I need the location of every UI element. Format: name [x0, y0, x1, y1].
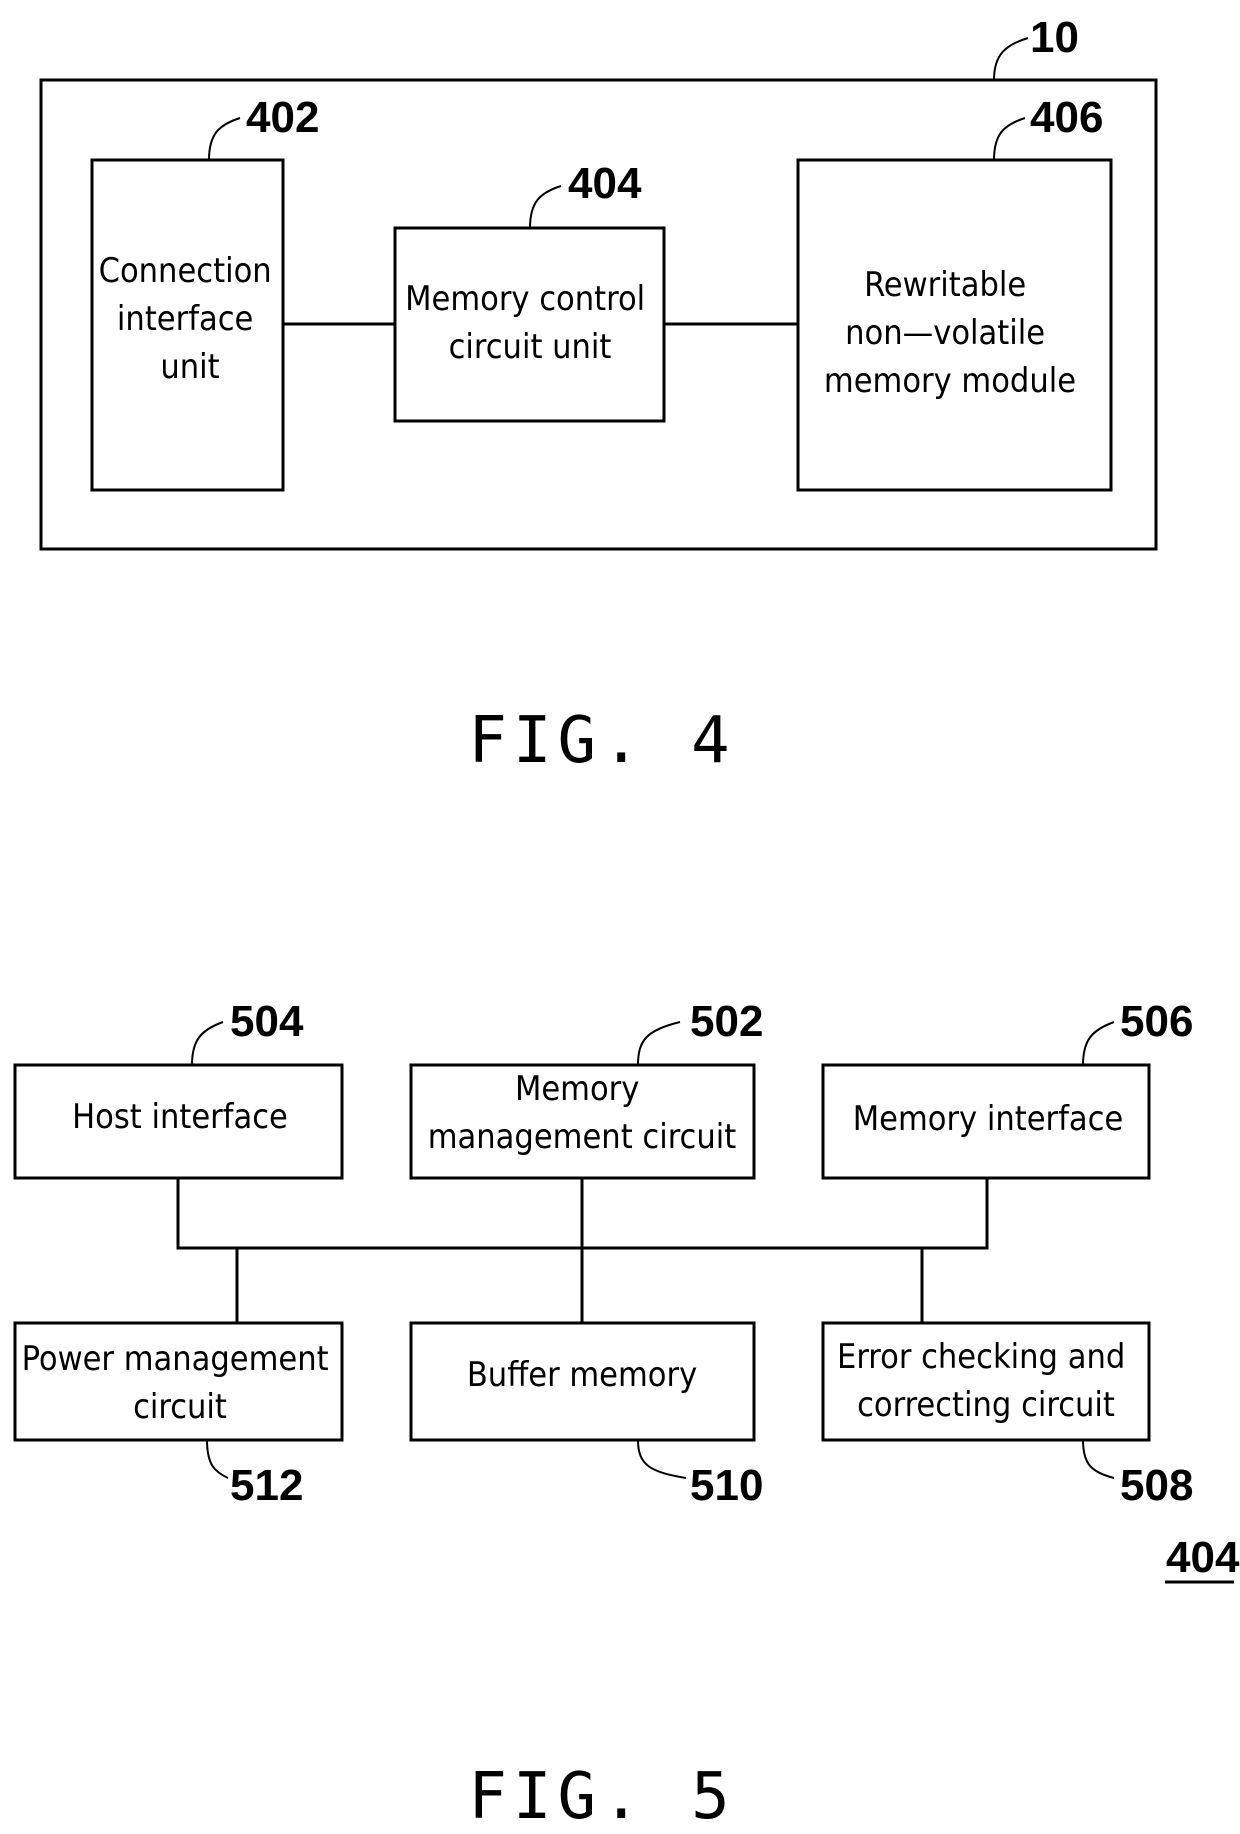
ref-label-512: 512: [230, 1461, 303, 1510]
patent-drawing-sheet: 10 402 Connection interface unit 404 Mem…: [13, 13, 1240, 1834]
fig5-caption: FIG. 5: [468, 1760, 735, 1834]
ref-label-510: 510: [690, 1461, 763, 1510]
ref-label-406: 406: [1030, 93, 1103, 142]
assembly-ref-label-404: 404: [1166, 1533, 1240, 1582]
leader-line-504: [191, 1021, 224, 1066]
ref-label-404: 404: [568, 159, 642, 208]
ref-label-402: 402: [246, 93, 319, 142]
ref-label-502: 502: [690, 997, 763, 1046]
leader-line-510: [637, 1439, 687, 1479]
memory-control-circuit-unit-block: [393, 226, 666, 423]
ref-label-504: 504: [230, 997, 304, 1046]
leader-line-502: [637, 1021, 681, 1066]
leader-line-10: [993, 37, 1029, 81]
host-interface-label: Host interface: [72, 1097, 288, 1137]
leader-line-512: [206, 1439, 229, 1479]
fig4-diagram: 10 402 Connection interface unit 404 Mem…: [39, 13, 1158, 778]
ref-label-10: 10: [1030, 13, 1079, 62]
buffer-memory-label: Buffer memory: [467, 1355, 697, 1395]
memory-interface-label: Memory interface: [853, 1099, 1124, 1139]
leader-line-508: [1082, 1439, 1115, 1479]
ref-label-506: 506: [1120, 997, 1193, 1046]
leader-line-506: [1082, 1021, 1115, 1066]
ref-label-508: 508: [1120, 1461, 1193, 1510]
fig5-diagram: 504 Host interface 502 Memory management…: [13, 997, 1240, 1834]
fig4-caption: FIG. 4: [468, 704, 735, 778]
